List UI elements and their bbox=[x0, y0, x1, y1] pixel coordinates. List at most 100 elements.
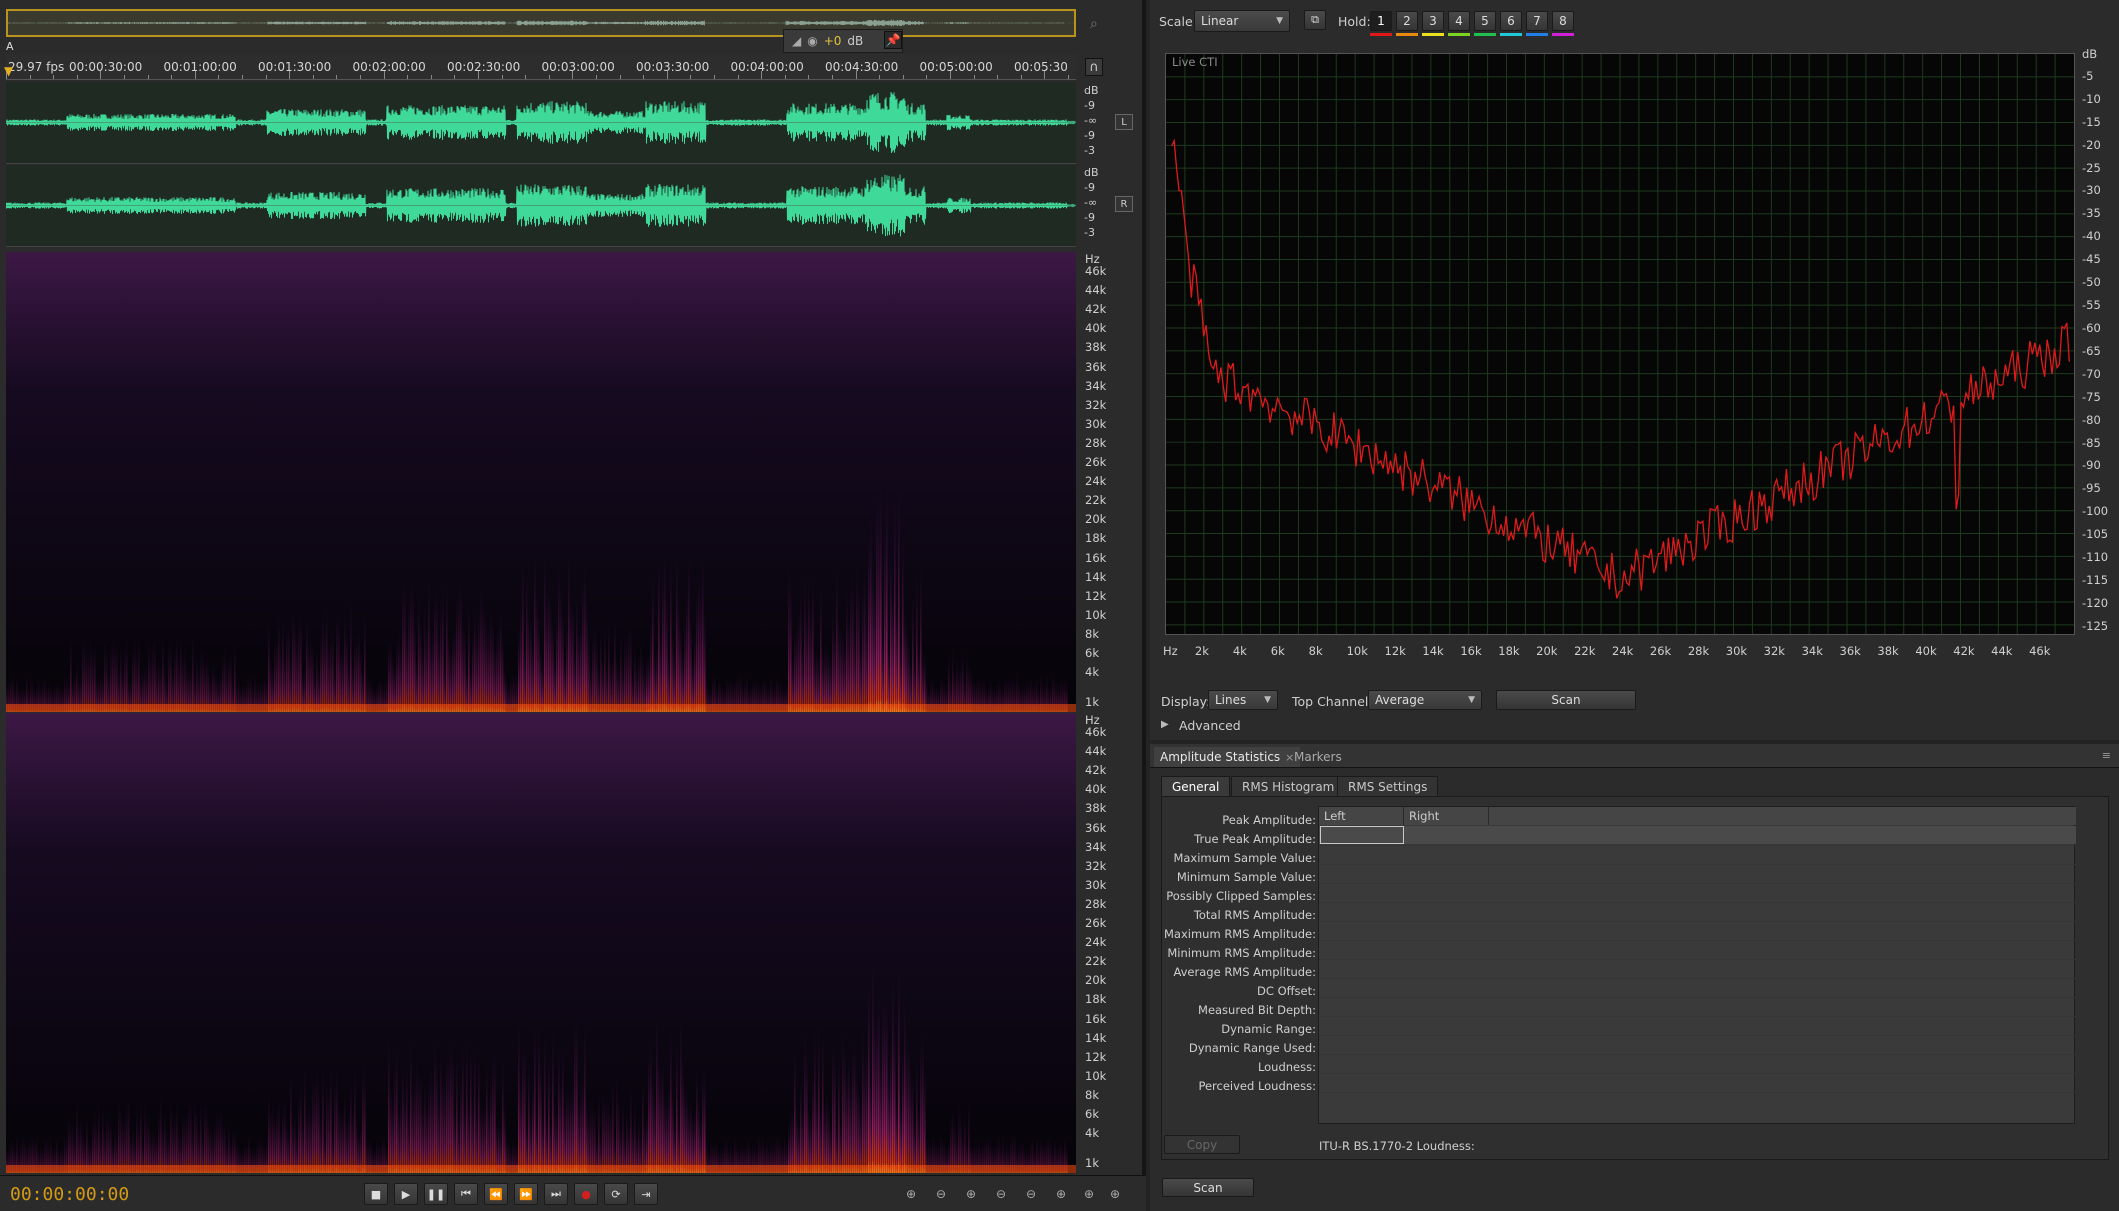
pause-button[interactable]: ❚❚ bbox=[424, 1183, 448, 1205]
advanced-expand-icon[interactable]: ▶ bbox=[1161, 719, 1169, 730]
spectral-energy bbox=[588, 629, 590, 712]
level-value: +0 bbox=[823, 34, 842, 48]
zoom-in-amplitude-icon[interactable]: ⊕ bbox=[900, 1185, 922, 1203]
spectral-energy bbox=[568, 1089, 570, 1173]
statistic-label: Dynamic Range: bbox=[1221, 1022, 1316, 1036]
table-row-selected[interactable] bbox=[1319, 826, 2076, 844]
spectral-energy bbox=[426, 1100, 428, 1173]
spectral-energy bbox=[462, 1042, 464, 1173]
time-display[interactable]: 00:00:00:00 bbox=[10, 1184, 129, 1205]
tab-markers[interactable]: Markers bbox=[1288, 747, 1348, 767]
spectral-energy bbox=[406, 625, 408, 712]
spectral-energy bbox=[488, 621, 490, 712]
db-axis: dB -5 -10 -15 -20 -25 -30 -35 -40 -45 -50 -55 -60 -65… bbox=[2076, 40, 2119, 640]
spectral-energy bbox=[644, 1119, 646, 1173]
db-tick-label: -∞ bbox=[1084, 114, 1098, 127]
spectral-energy bbox=[580, 1082, 582, 1173]
frequency-scan-button[interactable]: Scan bbox=[1496, 690, 1636, 710]
spectral-energy bbox=[300, 610, 302, 712]
stop-button[interactable]: ■ bbox=[364, 1183, 388, 1205]
spectral-energy bbox=[390, 640, 392, 712]
subtab-rms-histogram[interactable]: RMS Histogram bbox=[1231, 776, 1346, 796]
spectral-energy bbox=[182, 1112, 184, 1173]
channel-right-toggle[interactable]: R bbox=[1115, 196, 1133, 212]
zoom-out-amplitude-icon[interactable]: ⊖ bbox=[930, 1185, 952, 1203]
fast-forward-button[interactable]: ⏩ bbox=[514, 1183, 538, 1205]
zoom-out-full-icon[interactable]: ⊖ bbox=[1020, 1185, 1042, 1203]
spectral-energy bbox=[916, 573, 918, 712]
hold-button-2[interactable]: 2 bbox=[1396, 11, 1418, 31]
hold-button-3[interactable]: 3 bbox=[1422, 11, 1444, 31]
spectral-energy bbox=[884, 528, 886, 712]
subtab-general[interactable]: General bbox=[1161, 776, 1231, 796]
amplitude-scan-button[interactable]: Scan bbox=[1162, 1178, 1254, 1197]
advanced-toggle[interactable]: Advanced bbox=[1179, 718, 1241, 733]
hz-axis-label: 6k bbox=[1270, 644, 1285, 658]
scale-select[interactable]: Linear bbox=[1194, 10, 1290, 32]
copy-graph-button[interactable]: ⧉ bbox=[1304, 10, 1326, 30]
spectral-energy bbox=[164, 1111, 166, 1173]
spectral-energy bbox=[148, 1113, 150, 1173]
record-button[interactable]: ● bbox=[574, 1183, 598, 1205]
spectral-energy bbox=[404, 1087, 406, 1173]
hold-button-8[interactable]: 8 bbox=[1552, 11, 1574, 31]
hold-button-5[interactable]: 5 bbox=[1474, 11, 1496, 31]
ruler-tick bbox=[53, 75, 55, 79]
go-to-end-button[interactable]: ⏭ bbox=[544, 1183, 568, 1205]
waveform-right-channel[interactable] bbox=[5, 165, 1076, 247]
display-select[interactable]: Lines bbox=[1208, 690, 1278, 710]
spectral-energy bbox=[562, 1043, 564, 1173]
statistic-label: Minimum RMS Amplitude: bbox=[1167, 946, 1316, 960]
zoom-in-left-icon[interactable]: ⊕ bbox=[1078, 1185, 1100, 1203]
time-ruler[interactable]: 29.97 fps 00:00:30:00 00:01:00:00 00:01:30… bbox=[6, 54, 1076, 80]
hz-axis-label: 36k bbox=[1839, 644, 1861, 658]
selected-cell[interactable] bbox=[1320, 826, 1404, 844]
transport-bar: 00:00:00:00 ■ ▶ ❚❚ ⏮ ⏪ ⏩ ⏭ ● ⟳ ⇥ ⊕ ⊖ ⊕ ⊖… bbox=[0, 1175, 1146, 1211]
hold-button-7[interactable]: 7 bbox=[1526, 11, 1548, 31]
copy-button[interactable]: Copy bbox=[1164, 1135, 1240, 1154]
zoom-in-time-icon[interactable]: ⊕ bbox=[960, 1185, 982, 1203]
hold-button-6[interactable]: 6 bbox=[1500, 11, 1522, 31]
panel-menu-icon[interactable]: ≡ bbox=[2102, 749, 2111, 762]
play-button[interactable]: ▶ bbox=[394, 1183, 418, 1205]
hold-button-1[interactable]: 1 bbox=[1370, 11, 1392, 31]
loop-button[interactable]: ⟳ bbox=[604, 1183, 628, 1205]
tab-amplitude-statistics[interactable]: Amplitude Statistics × bbox=[1154, 747, 1301, 767]
spectral-energy bbox=[498, 624, 500, 712]
overview-strip[interactable] bbox=[6, 9, 1076, 37]
spectral-energy bbox=[956, 656, 958, 712]
spectral-energy bbox=[408, 1112, 410, 1173]
spectral-energy bbox=[270, 1108, 272, 1173]
knob-icon[interactable]: ◉ bbox=[807, 34, 817, 48]
pin-icon[interactable]: 📌 bbox=[884, 31, 902, 49]
spectral-energy bbox=[358, 626, 360, 712]
hold-button-4[interactable]: 4 bbox=[1448, 11, 1470, 31]
db-axis-label: -55 bbox=[2082, 298, 2101, 313]
spectral-energy bbox=[912, 594, 914, 712]
spectral-view-right[interactable] bbox=[6, 713, 1076, 1173]
playhead-icon[interactable]: ▼ bbox=[4, 64, 16, 78]
spectral-view-left[interactable] bbox=[6, 252, 1076, 712]
column-left[interactable]: Left bbox=[1319, 807, 1404, 825]
zoom-in-right-icon[interactable]: ⊕ bbox=[1104, 1185, 1126, 1203]
go-to-start-button[interactable]: ⏮ bbox=[454, 1183, 478, 1205]
column-right[interactable]: Right bbox=[1404, 807, 1489, 825]
spectral-energy bbox=[642, 653, 644, 712]
channel-left-toggle[interactable]: L bbox=[1115, 114, 1133, 130]
frequency-graph[interactable] bbox=[1165, 53, 2075, 635]
zoom-out-time-icon[interactable]: ⊖ bbox=[990, 1185, 1012, 1203]
waveform-left-channel[interactable] bbox=[5, 82, 1076, 164]
spectral-energy bbox=[340, 646, 342, 712]
hz-axis-label: 34k bbox=[1801, 644, 1823, 658]
skip-selection-button[interactable]: ⇥ bbox=[634, 1183, 658, 1205]
subtab-rms-settings[interactable]: RMS Settings bbox=[1337, 776, 1439, 796]
zoom-selection-icon[interactable]: ⊕ bbox=[1050, 1185, 1072, 1203]
rewind-button[interactable]: ⏪ bbox=[484, 1183, 508, 1205]
marker-a[interactable]: A bbox=[6, 40, 14, 53]
db-tick-label: dB bbox=[1084, 166, 1099, 179]
headphones-icon[interactable]: ∩ bbox=[1085, 58, 1103, 76]
top-channel-select[interactable]: Average bbox=[1368, 690, 1482, 710]
zoom-overview-icon[interactable]: ⌕ bbox=[1090, 16, 1098, 32]
rewind-icon: ⏪ bbox=[489, 1187, 503, 1201]
spectral-energy bbox=[854, 1039, 856, 1173]
